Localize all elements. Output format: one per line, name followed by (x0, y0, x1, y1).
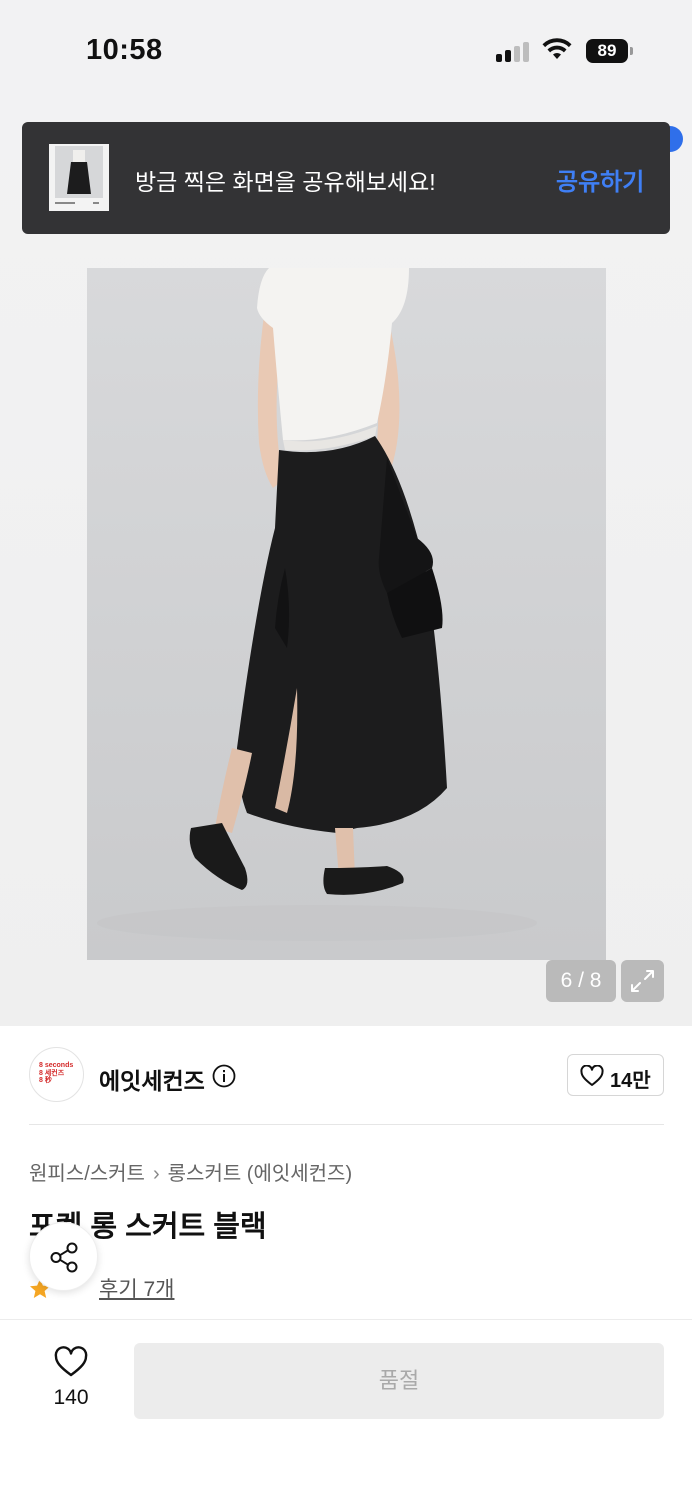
bottom-action-bar: 140 품절 (0, 1319, 692, 1500)
share-button[interactable] (29, 1222, 98, 1291)
product-like-button[interactable]: 140 (45, 1344, 97, 1416)
info-icon[interactable] (212, 1064, 236, 1088)
signal-icon (496, 42, 532, 62)
brand-like-button[interactable]: 14만 (567, 1054, 664, 1096)
battery-icon: 89 (586, 39, 634, 63)
product-photo-illustration (87, 268, 606, 960)
status-time: 10:58 (86, 34, 163, 66)
battery-level: 89 (586, 39, 628, 63)
brand-like-count: 14만 (610, 1070, 651, 1092)
toast-message: 방금 찍은 화면을 공유해보세요! (135, 169, 436, 195)
status-bar: 10:58 89 (0, 0, 692, 100)
brand-logo-text: 8 seconds 8 세컨즈 8 秒 (39, 1062, 74, 1084)
review-link[interactable]: 후기 7개 (99, 1273, 174, 1303)
product-detail-screen: 10:58 89 6 / 8 방금 찍은 화면을 공유해보세요! 공유하기 8 … (0, 0, 692, 1500)
brand-logo[interactable]: 8 seconds 8 세컨즈 8 秒 (29, 1047, 84, 1102)
share-screenshot-toast: 방금 찍은 화면을 공유해보세요! 공유하기 (22, 122, 670, 234)
product-gallery[interactable]: 6 / 8 (0, 100, 692, 1026)
wifi-icon (542, 38, 572, 59)
share-action-button[interactable]: 공유하기 (556, 162, 644, 197)
image-counter: 6 / 8 (546, 960, 616, 1002)
product-image[interactable] (87, 268, 606, 960)
screenshot-thumbnail[interactable] (49, 144, 109, 211)
chevron-right-icon: › (152, 1163, 160, 1185)
brand-name[interactable]: 에잇세컨즈 (99, 1062, 205, 1096)
breadcrumb-subcategory[interactable]: 롱스커트 (에잇세컨즈) (168, 1163, 352, 1185)
product-like-count: 140 (53, 1386, 89, 1409)
sold-out-button[interactable]: 품절 (134, 1343, 664, 1419)
heart-icon (54, 1346, 88, 1377)
divider (29, 1124, 664, 1125)
heart-icon (580, 1065, 604, 1086)
brand-row[interactable]: 8 seconds 8 세컨즈 8 秒 에잇세컨즈 14만 (0, 1026, 692, 1126)
expand-button[interactable] (621, 960, 664, 1002)
share-icon (50, 1242, 78, 1273)
breadcrumb-category[interactable]: 원피스/스커트 (29, 1163, 145, 1185)
expand-icon (631, 970, 654, 992)
breadcrumb: 원피스/스커트 › 롱스커트 (에잇세컨즈) (29, 1157, 352, 1186)
